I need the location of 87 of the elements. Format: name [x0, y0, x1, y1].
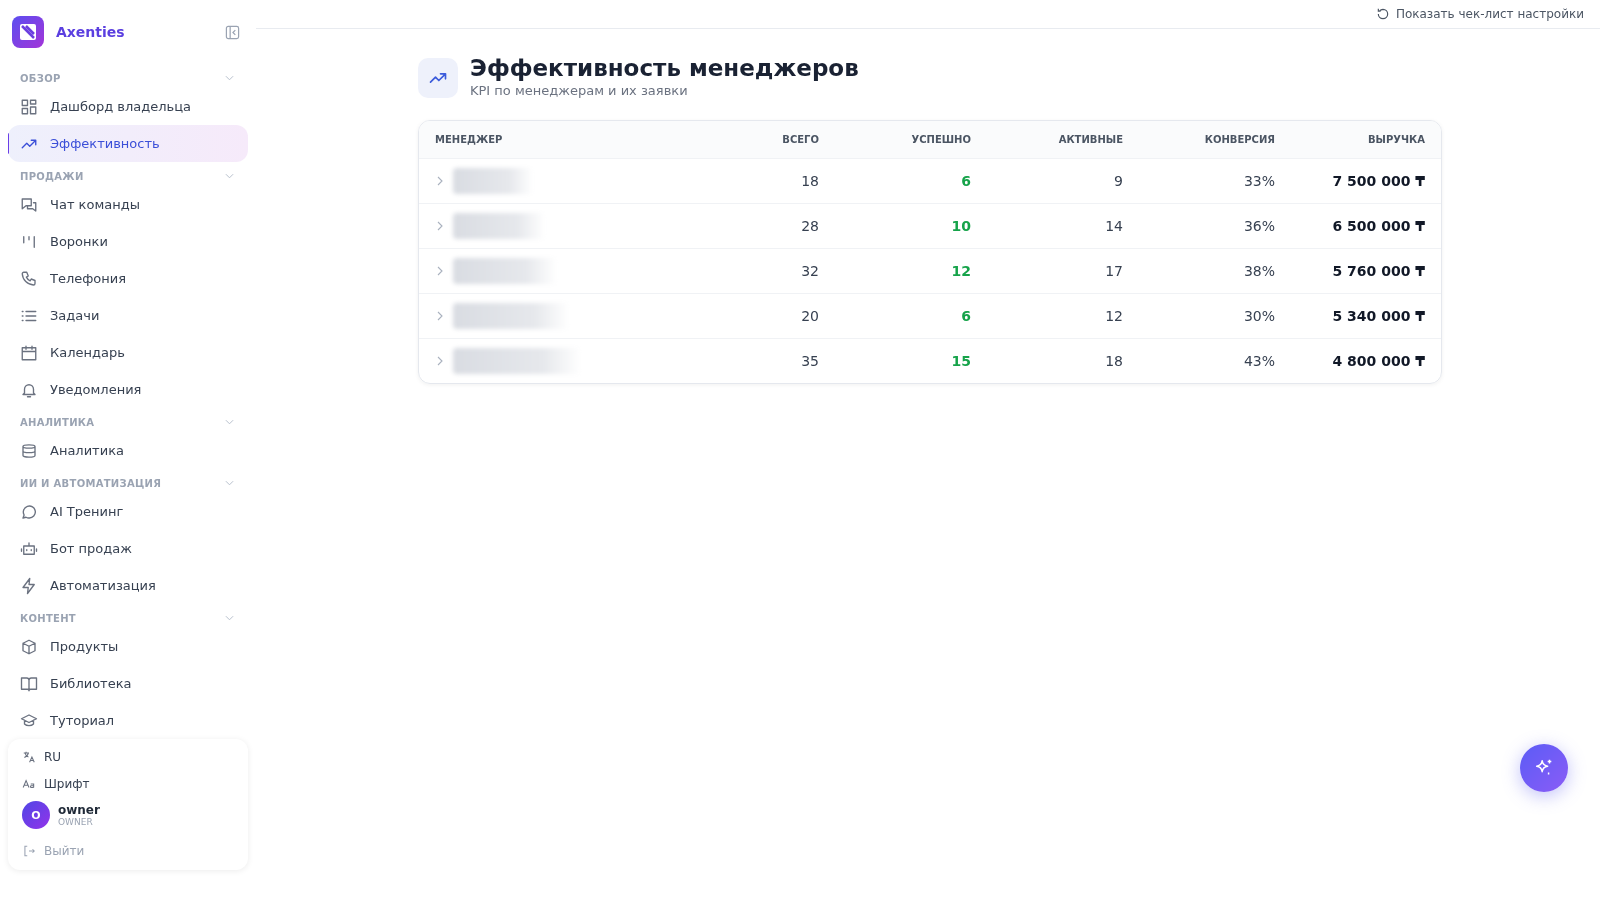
- column-header: УСПЕШНО: [910, 134, 971, 145]
- phone-icon: [20, 269, 38, 288]
- expand-row-icon[interactable]: [437, 311, 443, 321]
- table-cell-text: 9: [1113, 173, 1123, 189]
- speech-bubble-icon: [20, 502, 38, 521]
- database-icon: [20, 441, 38, 460]
- section-label: ОБЗОР: [20, 72, 61, 84]
- table-cell-text: 43%: [1242, 353, 1275, 369]
- chevron-icon[interactable]: [225, 615, 234, 621]
- sidebar-item[interactable]: Эффективность: [8, 125, 248, 162]
- robot-icon: [20, 539, 38, 558]
- chevron-icon[interactable]: [225, 419, 234, 425]
- package-icon: [20, 637, 38, 656]
- sidebar-item[interactable]: Туториал: [8, 702, 248, 739]
- sidebar-item[interactable]: Чат команды: [8, 186, 248, 223]
- table-cell-text: 18: [1104, 353, 1123, 369]
- table-cell-text: 6: [960, 173, 971, 189]
- table-cell-text: 15: [950, 353, 971, 369]
- translate-icon: [22, 749, 36, 764]
- collapse-sidebar-icon[interactable]: [225, 24, 240, 40]
- font-button[interactable]: Шрифт: [8, 770, 248, 797]
- sidebar-item[interactable]: Бот продаж: [8, 530, 248, 567]
- book-icon: [20, 674, 38, 693]
- sidebar-item[interactable]: Воронки: [8, 223, 248, 260]
- table-cell-text: 36%: [1242, 218, 1275, 234]
- checklist-link[interactable]: Показать чек-лист настройки: [1375, 7, 1584, 21]
- table-cell-text: 12: [1104, 308, 1123, 324]
- lightning-icon: [20, 576, 38, 595]
- table-cell-text: 18: [800, 173, 819, 189]
- table-cell-text: 6 500 000 ₸: [1331, 218, 1425, 234]
- language-button[interactable]: RU: [8, 743, 248, 770]
- section-label: АНАЛИТИКА: [20, 416, 95, 428]
- column-header: ВСЕГО: [781, 134, 819, 145]
- refresh-icon: [1375, 7, 1390, 21]
- app-logo: [12, 16, 44, 48]
- table-cell-text: 33%: [1242, 173, 1275, 189]
- chevron-icon[interactable]: [225, 173, 234, 179]
- chevron-icon[interactable]: [225, 480, 234, 486]
- calendar-icon: [20, 343, 38, 362]
- page-subtitle: KPI по менеджерам и их заявки: [470, 83, 689, 98]
- section-label: КОНТЕНТ: [20, 612, 76, 624]
- table-cell-text: 12: [950, 263, 971, 279]
- grid-icon: [20, 97, 38, 116]
- brand-name: Axenties: [56, 24, 126, 40]
- table-cell-text: 30%: [1242, 308, 1275, 324]
- sidebar-item[interactable]: Продукты: [8, 628, 248, 665]
- table-cell-text: 38%: [1242, 263, 1275, 279]
- table-cell-text: 35: [800, 353, 819, 369]
- expand-row-icon[interactable]: [437, 356, 443, 366]
- user-name: owner: [58, 803, 100, 817]
- column-header: КОНВЕРСИЯ: [1203, 134, 1275, 145]
- table-cell-text: 6: [960, 308, 971, 324]
- table-cell-text: 5 340 000 ₸: [1331, 308, 1425, 324]
- sidebar-item[interactable]: Аналитика: [8, 432, 248, 469]
- table-cell-text: 10: [950, 218, 971, 234]
- expand-row-icon[interactable]: [437, 221, 443, 231]
- trend-icon: [418, 58, 458, 98]
- logout-icon: [22, 843, 36, 858]
- sidebar-item[interactable]: Дашборд владельца: [8, 88, 248, 125]
- sidebar-item[interactable]: Задачи: [8, 297, 248, 334]
- table-cell-text: 20: [800, 308, 819, 324]
- sidebar-item[interactable]: Библиотека: [8, 665, 248, 702]
- user-avatar: O: [22, 801, 50, 829]
- table-cell-text: 32: [800, 263, 819, 279]
- column-header: МЕНЕДЖЕР: [435, 134, 504, 145]
- section-label: ПРОДАЖИ: [20, 170, 84, 182]
- page-title: Эффективность менеджеров: [470, 55, 859, 81]
- sidebar-item[interactable]: Телефония: [8, 260, 248, 297]
- user-role: OWNER: [58, 817, 94, 827]
- table-cell-text: 14: [1104, 218, 1123, 234]
- sidebar-item[interactable]: Автоматизация: [8, 567, 248, 604]
- chevron-icon[interactable]: [225, 75, 234, 81]
- table-cell-text: 17: [1104, 263, 1123, 279]
- sidebar-item[interactable]: Календарь: [8, 334, 248, 371]
- expand-row-icon[interactable]: [437, 266, 443, 276]
- table-cell-text: 5 760 000 ₸: [1331, 263, 1425, 279]
- column-header: ВЫРУЧКА: [1366, 134, 1425, 145]
- table-cell-text: 7 500 000 ₸: [1331, 173, 1425, 189]
- sidebar-item[interactable]: Уведомления: [8, 371, 248, 408]
- table-cell-text: 28: [800, 218, 819, 234]
- table-cell-text: 4 800 000 ₸: [1331, 353, 1425, 369]
- chat-icon: [20, 195, 38, 214]
- sidebar-item[interactable]: AI Тренинг: [8, 493, 248, 530]
- expand-row-icon[interactable]: [437, 176, 443, 186]
- column-header: АКТИВНЫЕ: [1057, 134, 1123, 145]
- section-label: ИИ И АВТОМАТИЗАЦИЯ: [20, 477, 162, 489]
- ai-assistant-button[interactable]: [1520, 744, 1568, 792]
